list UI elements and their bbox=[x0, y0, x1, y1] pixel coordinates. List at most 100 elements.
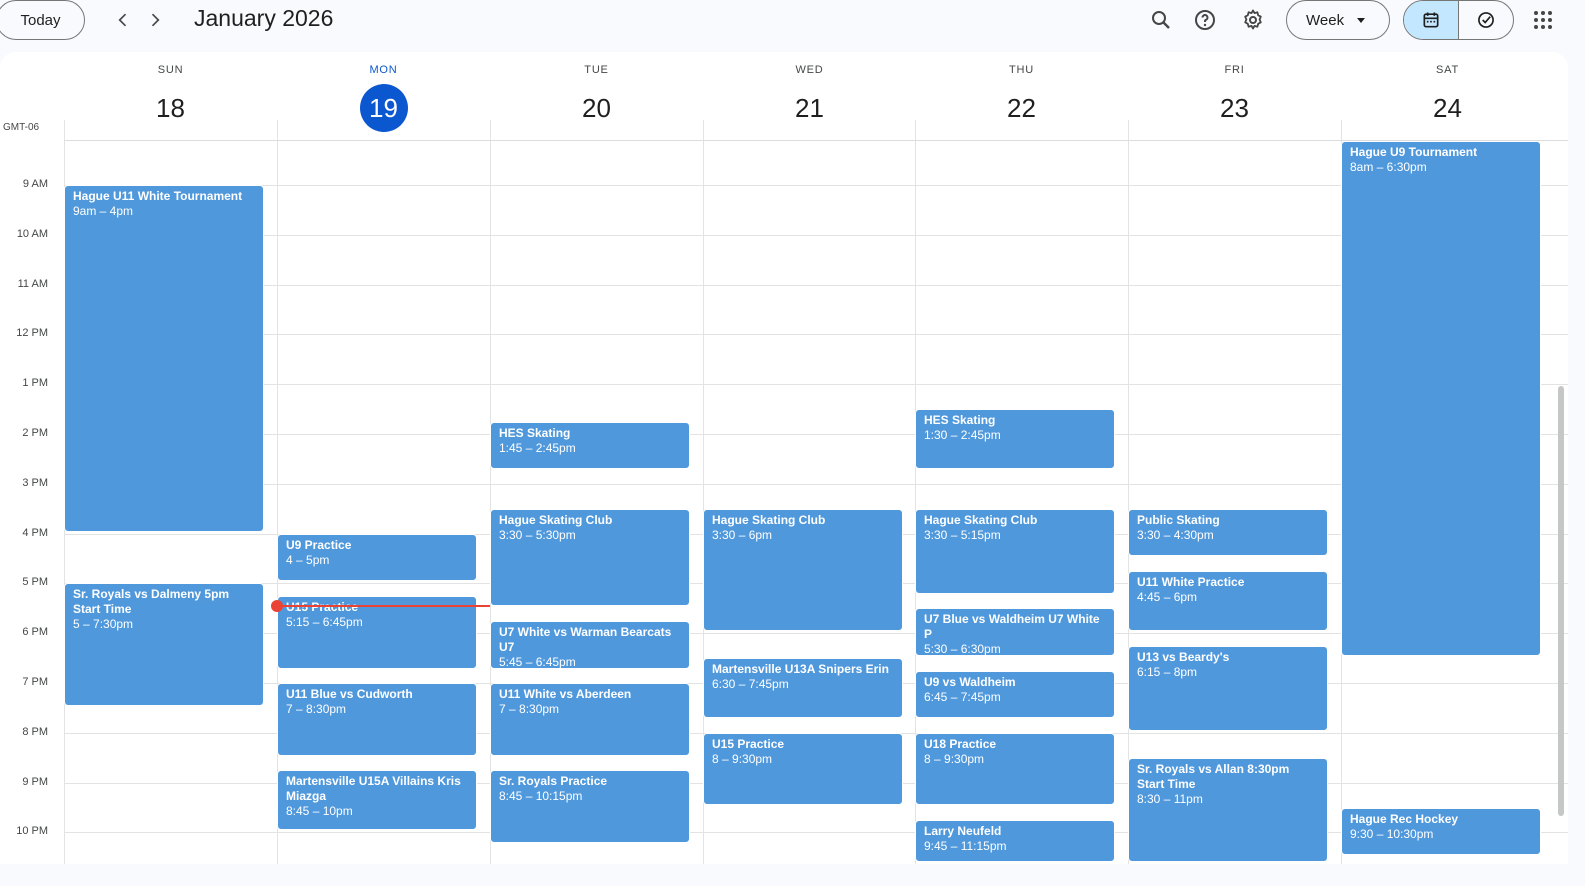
event-chip[interactable]: U15 Practice 8 – 9:30pm bbox=[703, 732, 903, 806]
apps-grid-icon bbox=[1534, 11, 1552, 29]
event-chip[interactable]: Hague Skating Club 3:30 – 6pm bbox=[703, 508, 903, 632]
event-chip[interactable]: HES Skating 1:45 – 2:45pm bbox=[490, 421, 690, 470]
event-chip[interactable]: Hague Skating Club 3:30 – 5:30pm bbox=[490, 508, 690, 607]
event-time: 7 – 8:30pm bbox=[286, 702, 347, 716]
event-time: 6:30 – 7:45pm bbox=[712, 677, 789, 692]
apps-button[interactable] bbox=[1525, 2, 1561, 38]
column-divider bbox=[1128, 141, 1129, 864]
scrollbar[interactable] bbox=[1558, 386, 1564, 816]
event-title: Public Skating bbox=[1137, 512, 1220, 527]
event-chip[interactable]: Hague U9 Tournament 8am – 6:30pm bbox=[1341, 141, 1541, 657]
day-number[interactable]: 22 bbox=[998, 84, 1046, 132]
event-title: Sr. Royals vs Dalmeny 5pm Start Time bbox=[73, 587, 230, 617]
previous-week-button[interactable] bbox=[107, 4, 139, 36]
event-time: 3:30 – 4:30pm bbox=[1137, 527, 1214, 542]
event-chip[interactable]: U18 Practice 8 – 9:30pm bbox=[915, 732, 1115, 806]
day-number[interactable]: 18 bbox=[147, 84, 195, 132]
event-title: HES Skating bbox=[924, 413, 996, 428]
day-of-week: THU bbox=[1008, 64, 1034, 76]
event-title: U11 Blue vs Cudworth bbox=[286, 687, 413, 701]
settings-button[interactable] bbox=[1235, 2, 1271, 38]
event-chip[interactable]: U7 White vs Warman Bearcats U7 5:45 – 6:4… bbox=[490, 620, 690, 669]
column-divider bbox=[915, 120, 916, 140]
timezone-label: GMT-06 bbox=[3, 122, 40, 133]
event-time: 4:45 – 6pm bbox=[1137, 589, 1198, 604]
event-chip[interactable]: HES Skating 1:30 – 2:45pm bbox=[915, 409, 1115, 470]
event-chip[interactable]: U11 Blue vs Cudworth 7 – 8:30pm bbox=[277, 683, 477, 756]
column-divider bbox=[64, 120, 65, 140]
day-header-sun[interactable]: SUN 18 bbox=[64, 52, 277, 140]
help-icon bbox=[1195, 10, 1215, 30]
event-time: 6:15 – 8pm bbox=[1137, 664, 1198, 679]
event-chip[interactable]: Hague Rec Hockey 9:30 – 10:30pm bbox=[1341, 807, 1541, 856]
hour-label: 10 PM bbox=[16, 825, 48, 838]
day-of-week: SUN bbox=[157, 64, 184, 76]
event-chip[interactable]: Hague U11 White Tournament 9am – 4pm bbox=[64, 185, 264, 532]
event-time: 5:45 – 6:45pm bbox=[499, 654, 576, 669]
hour-label: 6 PM bbox=[22, 626, 48, 639]
next-week-button[interactable] bbox=[139, 4, 171, 36]
hour-label: 7 PM bbox=[22, 676, 48, 688]
hour-label: 10 AM bbox=[16, 227, 48, 240]
event-chip[interactable]: Larry Neufeld 9:45 – 11:15pm bbox=[915, 819, 1115, 862]
month-title: January 2026 bbox=[194, 5, 334, 31]
time-grid[interactable]: 9 AM 10 AM 11 AM 12 PM 1 PM 2 PM 3 PM 4 PM 5 PM 6… bbox=[0, 141, 1568, 864]
day-number[interactable]: 24 bbox=[1424, 84, 1472, 132]
day-header-thu[interactable]: THU 22 bbox=[915, 52, 1128, 140]
search-button[interactable] bbox=[1143, 2, 1179, 38]
hour-label: 12 PM bbox=[16, 327, 48, 340]
day-header-fri[interactable]: FRI 23 bbox=[1128, 52, 1341, 140]
event-chip[interactable]: Martensville U15A Villains Kris Miazga 8:… bbox=[277, 770, 477, 831]
column-divider bbox=[490, 141, 491, 864]
day-number[interactable]: 20 bbox=[573, 84, 621, 132]
column-divider bbox=[1128, 120, 1129, 140]
calendar-icon bbox=[1423, 12, 1439, 28]
event-title: Hague Skating Club bbox=[499, 512, 613, 527]
event-time: 8am – 6:30pm bbox=[1350, 160, 1427, 174]
event-chip[interactable]: U9 vs Waldheim 6:45 – 7:45pm bbox=[915, 670, 1115, 719]
day-header-mon[interactable]: MON 19 bbox=[277, 52, 490, 140]
help-button[interactable] bbox=[1187, 2, 1223, 38]
hour-label: 9 PM bbox=[22, 775, 48, 788]
day-number[interactable]: 23 bbox=[1211, 84, 1259, 132]
day-header-wed[interactable]: WED 21 bbox=[703, 52, 916, 140]
event-chip[interactable]: U11 White Practice 4:45 – 6pm bbox=[1128, 570, 1328, 632]
day-number[interactable]: 19 bbox=[359, 84, 408, 132]
current-time-line bbox=[277, 604, 490, 607]
column-divider bbox=[277, 120, 278, 140]
calendar-view-button[interactable] bbox=[1404, 1, 1459, 39]
view-selector[interactable]: Week bbox=[1286, 0, 1390, 40]
event-title: U7 Blue vs Waldheim U7 White P bbox=[924, 612, 1100, 642]
day-number[interactable]: 21 bbox=[786, 84, 834, 132]
hour-label: 8 PM bbox=[22, 725, 48, 738]
event-title: U9 vs Waldheim bbox=[924, 674, 1016, 689]
event-chip[interactable]: U11 White vs Aberdeen 7 – 8:30pm bbox=[490, 683, 690, 756]
event-chip[interactable]: U13 vs Beardy's 6:15 – 8pm bbox=[1128, 645, 1328, 731]
event-chip[interactable]: Public Skating 3:30 – 4:30pm bbox=[1128, 508, 1328, 557]
day-header-sat[interactable]: SAT 24 bbox=[1341, 52, 1554, 140]
hour-label: 2 PM bbox=[22, 427, 48, 439]
event-title: U11 White Practice bbox=[1137, 574, 1245, 589]
event-time: 1:45 – 2:45pm bbox=[499, 440, 576, 455]
event-time: 9:30 – 10:30pm bbox=[1350, 826, 1434, 841]
today-button[interactable]: Today bbox=[0, 0, 85, 40]
event-title: U18 Practice bbox=[924, 736, 997, 751]
hour-label: 1 PM bbox=[22, 377, 48, 390]
chevron-right-icon bbox=[151, 13, 160, 27]
event-chip[interactable]: Sr. Royals vs Dalmeny 5pm Start Time 5 – … bbox=[64, 583, 264, 706]
column-divider bbox=[490, 120, 491, 140]
event-chip[interactable]: Hague Skating Club 3:30 – 5:15pm bbox=[915, 508, 1115, 594]
day-header-tue[interactable]: TUE 20 bbox=[490, 52, 703, 140]
event-chip[interactable]: Sr. Royals Practice 8:45 – 10:15pm bbox=[490, 770, 690, 843]
event-chip[interactable]: U7 Blue vs Waldheim U7 White P 5:30 – 6:3… bbox=[915, 608, 1115, 657]
event-chip[interactable]: U9 Practice 4 – 5pm bbox=[277, 533, 477, 582]
event-time: 7 – 8:30pm bbox=[499, 702, 560, 716]
event-chip[interactable]: Sr. Royals vs Allan 8:30pm Start Time 8:3… bbox=[1128, 757, 1328, 862]
view-label: Week bbox=[1306, 11, 1345, 29]
event-time: 5 – 7:30pm bbox=[73, 617, 134, 632]
tasks-view-button[interactable] bbox=[1459, 1, 1514, 39]
event-title: U7 White vs Warman Bearcats U7 bbox=[499, 624, 672, 654]
event-chip[interactable]: Martensville U13A Snipers Erin 6:30 – 7:4… bbox=[703, 658, 903, 719]
day-of-week: SAT bbox=[1436, 64, 1459, 76]
event-time: 3:30 – 6pm bbox=[712, 527, 773, 542]
